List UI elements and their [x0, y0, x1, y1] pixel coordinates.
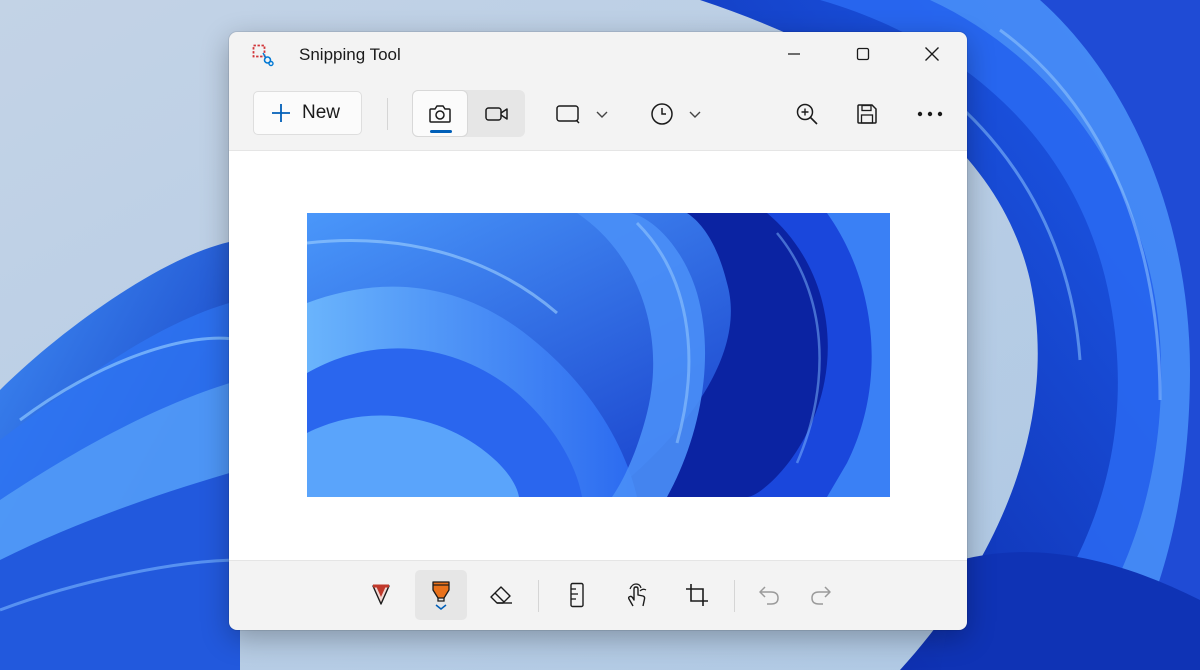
markup-divider — [734, 580, 735, 612]
plus-icon — [272, 104, 290, 122]
clock-delay-icon — [651, 103, 673, 125]
chevron-down-icon — [689, 111, 701, 118]
save-icon — [857, 104, 877, 124]
touch-writing-icon — [627, 583, 647, 607]
screenshot-mode-button[interactable] — [412, 90, 468, 137]
eraser-button[interactable] — [475, 570, 527, 620]
minimize-button[interactable] — [771, 32, 817, 76]
maximize-icon — [856, 47, 870, 61]
ballpoint-pen-button[interactable] — [355, 570, 407, 620]
minimize-icon — [788, 53, 800, 55]
main-toolbar: New — [229, 88, 967, 144]
markup-divider — [538, 580, 539, 612]
close-icon — [925, 47, 939, 61]
zoom-in-icon — [796, 103, 818, 125]
chevron-down-icon — [596, 111, 608, 118]
capture-mode-toggle — [412, 90, 525, 137]
new-button-label: New — [302, 102, 341, 123]
maximize-button[interactable] — [840, 32, 886, 76]
new-snip-button[interactable]: New — [253, 91, 362, 135]
crop-icon — [686, 584, 708, 606]
snipping-tool-window: Snipping Tool New — [229, 32, 967, 630]
title-bar[interactable]: Snipping Tool — [229, 32, 967, 78]
highlighter-icon — [432, 581, 450, 610]
zoom-button[interactable] — [787, 92, 827, 136]
ballpoint-pen-icon — [372, 584, 390, 605]
redo-button[interactable] — [795, 570, 847, 620]
snipping-tool-app-icon — [251, 43, 275, 67]
ruler-icon — [570, 582, 584, 608]
undo-icon — [759, 586, 779, 605]
undo-button[interactable] — [743, 570, 795, 620]
more-options-icon — [917, 111, 943, 117]
highlighter-button[interactable] — [415, 570, 467, 620]
redo-icon — [811, 586, 831, 605]
save-button[interactable] — [847, 92, 887, 136]
selected-indicator — [430, 130, 452, 133]
eraser-icon — [490, 586, 512, 604]
more-options-button[interactable] — [909, 92, 951, 136]
snip-canvas — [229, 150, 967, 561]
delay-dropdown[interactable] — [641, 94, 711, 134]
ruler-button[interactable] — [551, 570, 603, 620]
close-button[interactable] — [909, 32, 955, 76]
window-title: Snipping Tool — [299, 45, 401, 64]
rectangle-mode-icon — [556, 105, 580, 124]
captured-screenshot-image[interactable] — [307, 213, 890, 497]
markup-toolbar — [229, 560, 967, 630]
crop-button[interactable] — [671, 570, 723, 620]
toolbar-divider — [387, 98, 388, 130]
record-mode-button[interactable] — [468, 90, 525, 137]
touch-writing-button[interactable] — [611, 570, 663, 620]
snipping-area-dropdown[interactable] — [547, 94, 617, 134]
video-icon — [484, 106, 508, 121]
camera-icon — [429, 104, 451, 123]
